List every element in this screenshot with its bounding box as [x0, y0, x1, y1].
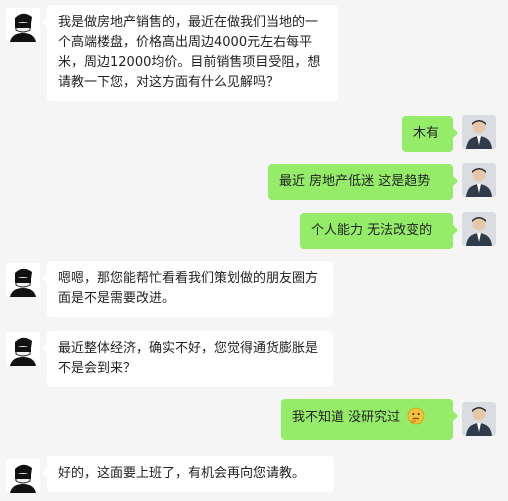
message-text: 最近 房地产低迷 这是趋势: [279, 174, 431, 189]
message-text: 我不知道 没研究过: [292, 410, 401, 425]
user-avatar[interactable]: [462, 212, 496, 246]
contact-avatar[interactable]: [6, 459, 40, 493]
contact-avatar[interactable]: [6, 8, 40, 42]
message-bubble[interactable]: 木有: [402, 116, 458, 152]
contact-avatar[interactable]: [6, 263, 40, 297]
message-bubble[interactable]: 最近 房地产低迷 这是趋势: [268, 164, 458, 200]
message-bubble[interactable]: 嗯嗯，那您能帮忙看看我们策划做的朋友圈方面是不是需要改进。: [42, 261, 333, 317]
message-bubble[interactable]: 好的，这面要上班了，有机会再向您请教。: [42, 456, 334, 492]
message-text: 木有: [413, 126, 440, 141]
message-text: 好的，这面要上班了，有机会再向您请教。: [58, 466, 306, 481]
message-text: 最近整体经济，确实不好，您觉得通货膨胀是不是会到来？: [58, 341, 319, 376]
user-avatar[interactable]: [462, 115, 496, 149]
message-text: 我是做房地产销售的，最近在做我们当地的一个高端楼盘，价格高出周边4000元左右每…: [58, 15, 321, 90]
user-avatar[interactable]: [462, 402, 496, 436]
contact-avatar[interactable]: [6, 332, 40, 366]
message-text: 嗯嗯，那您能帮忙看看我们策划做的朋友圈方面是不是需要改进。: [58, 271, 319, 306]
message-text: 个人能力 无法改变的: [311, 223, 433, 238]
user-avatar[interactable]: [462, 163, 496, 197]
message-bubble[interactable]: 最近整体经济，确实不好，您觉得通货膨胀是不是会到来？: [42, 331, 333, 387]
message-bubble[interactable]: 个人能力 无法改变的: [300, 213, 458, 249]
message-bubble[interactable]: 我不知道 没研究过: [281, 399, 458, 440]
thinking-face-icon: [407, 407, 425, 432]
message-bubble[interactable]: 我是做房地产销售的，最近在做我们当地的一个高端楼盘，价格高出周边4000元左右每…: [42, 5, 338, 101]
